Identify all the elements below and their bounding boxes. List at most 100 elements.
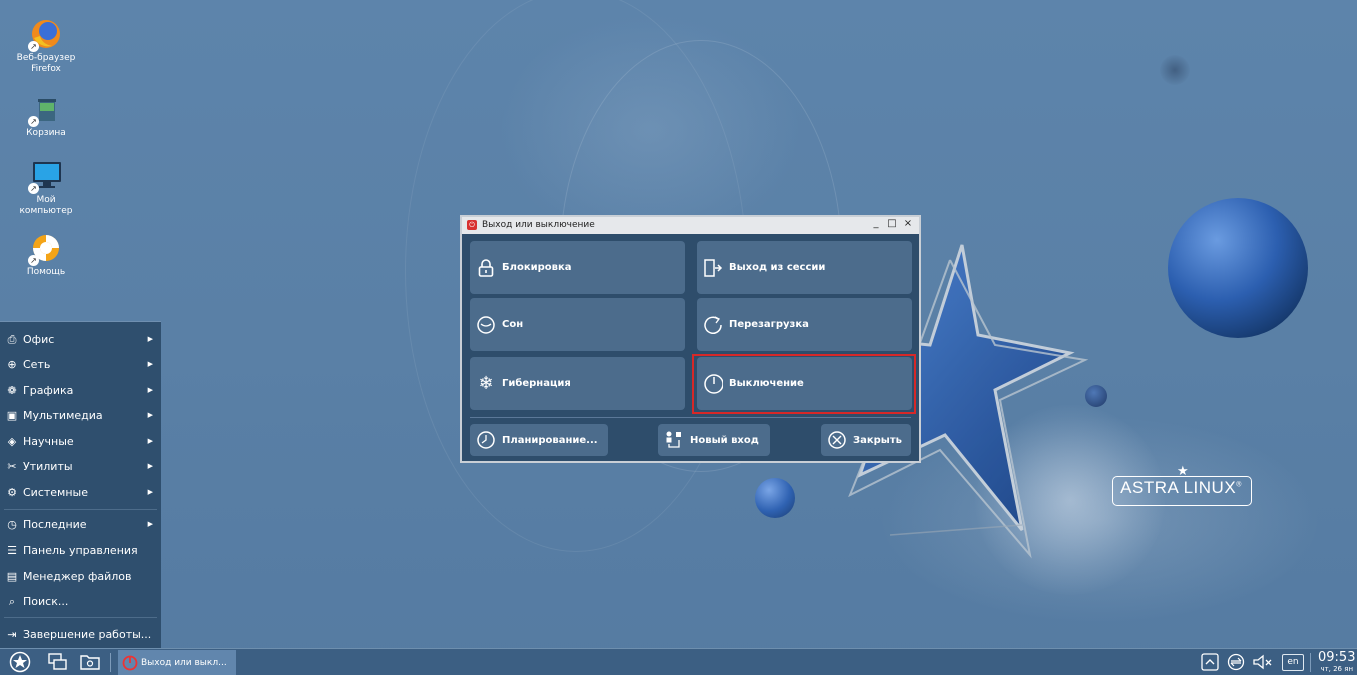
lock-label: Блокировка [502,262,572,273]
hibernate-button[interactable]: ❄ Гибернация [470,357,685,410]
menu-item-shutdown[interactable]: ⇥ Завершение работы... [0,622,161,647]
menu-item-label: Менеджер файлов [23,570,132,583]
shortcut-arrow-icon: ↗ [28,116,39,127]
maximize-button[interactable]: □ [886,218,898,229]
desktop-icon-my-computer[interactable]: ↗ Мой компьютер [10,160,82,217]
shortcut-arrow-icon: ↗ [28,183,39,194]
submenu-arrow-icon: ▶ [147,411,153,419]
clock-date: чт, 26 ян [1320,665,1354,673]
logo-text: ASTRA LINUX® [1120,478,1242,497]
menu-item-label: Мультимедиа [23,409,103,422]
printer-icon: ⎙ [7,333,17,346]
start-button[interactable] [8,651,32,673]
menu-item-multimedia[interactable]: ▣ Мультимедиа ▶ [0,403,161,428]
astra-star-icon [9,651,31,673]
palette-icon: ❁ [7,384,17,397]
desktop-icon-label: Мой компьютер [19,195,73,216]
sliders-icon: ☰ [7,544,17,557]
dialog-titlebar[interactable]: ⏻ Выход или выключение _ □ × [462,217,919,234]
menu-item-label: Поиск... [23,595,69,608]
menu-item-recent[interactable]: ◷ Последние ▶ [0,512,161,537]
atom-icon: ◈ [7,435,17,448]
desktop-icon-trash[interactable]: ↗ Корзина [10,93,82,139]
menu-item-label: Сеть [23,358,51,371]
desktop-icon-help[interactable]: ↗ Помощь [10,232,82,278]
submenu-arrow-icon: ▶ [147,335,153,343]
submenu-arrow-icon: ▶ [147,462,153,470]
menu-item-file-manager[interactable]: ▤ Менеджер файлов [0,564,161,589]
menu-item-system[interactable]: ⚙ Системные ▶ [0,480,161,505]
submenu-arrow-icon: ▶ [147,437,153,445]
taskbar: Выход или выкл... en 09:53 чт, 26 ян [0,648,1357,675]
sleep-label: Сон [502,319,524,330]
keyboard-layout-indicator[interactable]: en [1282,654,1304,671]
submenu-arrow-icon: ▶ [147,360,153,368]
power-icon [122,655,138,670]
menu-item-label: Научные [23,435,74,448]
sleep-button[interactable]: Сон [470,298,685,351]
lifebuoy-icon: ↗ [28,232,62,266]
logout-label: Выход из сессии [729,262,826,273]
schedule-label: Планирование... [502,434,598,446]
menu-item-label: Системные [23,486,88,499]
wallpaper-sphere [1168,198,1308,338]
search-icon: ⌕ [8,595,16,608]
clock-time: 09:53 [1318,650,1356,665]
taskbar-window-item[interactable]: Выход или выкл... [118,650,236,675]
gear-icon: ⚙ [7,486,17,499]
volume-muted-icon [1253,654,1272,670]
volume-tray-button[interactable] [1252,651,1274,673]
network-tray-button[interactable] [1226,651,1246,673]
minimize-button[interactable]: _ [870,218,882,229]
menu-item-utilities[interactable]: ✂ Утилиты ▶ [0,454,161,479]
close-button[interactable]: Закрыть [821,424,911,456]
tools-icon: ✂ [7,460,17,473]
desktop-icon-firefox[interactable]: ↗ Веб-браузер Firefox [10,18,82,75]
reboot-icon [703,315,723,335]
switch-user-icon [664,430,684,450]
show-desktop-button[interactable] [46,651,70,673]
reboot-button[interactable]: Перезагрузка [697,298,912,351]
file-manager-button[interactable] [78,651,102,673]
menu-item-science[interactable]: ◈ Научные ▶ [0,429,161,454]
taskbar-separator [110,653,111,672]
menu-item-label: Офис [23,333,55,346]
trash-icon: ↗ [28,93,62,127]
close-circle-icon [827,430,847,450]
menu-item-network[interactable]: ⊕ Сеть ▶ [0,352,161,377]
network-icon [1227,653,1245,671]
schedule-button[interactable]: Планирование... [470,424,608,456]
desktop-icon-label: Веб-браузер Firefox [16,53,76,74]
menu-item-office[interactable]: ⎙ Офис ▶ [0,327,161,352]
power-icon: ⏻ [467,220,477,230]
taskbar-separator [1310,653,1311,672]
wallpaper-sphere [1160,55,1190,85]
monitor-icon: ↗ [28,160,62,194]
globe-icon: ⊕ [7,358,17,371]
logout-button[interactable]: Выход из сессии [697,241,912,294]
new-login-button[interactable]: Новый вход [658,424,770,456]
windows-icon [48,653,67,670]
lock-icon [476,258,496,278]
close-window-button[interactable]: × [902,218,914,229]
submenu-arrow-icon: ▶ [147,386,153,394]
submenu-arrow-icon: ▶ [147,520,153,528]
folder-icon: ▤ [6,570,18,583]
menu-item-label: Завершение работы... [23,628,152,641]
taskbar-window-label: Выход или выкл... [141,657,227,668]
logout-icon: ⇥ [7,628,17,641]
firefox-icon: ↗ [28,18,62,52]
menu-item-graphics[interactable]: ❁ Графика ▶ [0,378,161,403]
menu-item-control-panel[interactable]: ☰ Панель управления [0,538,161,563]
submenu-arrow-icon: ▶ [147,488,153,496]
logo-star-icon: ★ [1177,464,1189,479]
lock-button[interactable]: Блокировка [470,241,685,294]
menu-item-search[interactable]: ⌕ Поиск... [0,589,161,614]
tray-expand-button[interactable] [1200,651,1220,673]
astra-linux-logo: ★ ASTRA LINUX® [1112,464,1252,506]
sleep-icon [476,315,496,335]
menu-item-label: Панель управления [23,544,138,557]
chevron-up-icon [1201,653,1219,671]
logout-dialog: ⏻ Выход или выключение _ □ × Блокировка … [460,215,921,463]
clock[interactable]: 09:53 чт, 26 ян [1318,650,1356,674]
